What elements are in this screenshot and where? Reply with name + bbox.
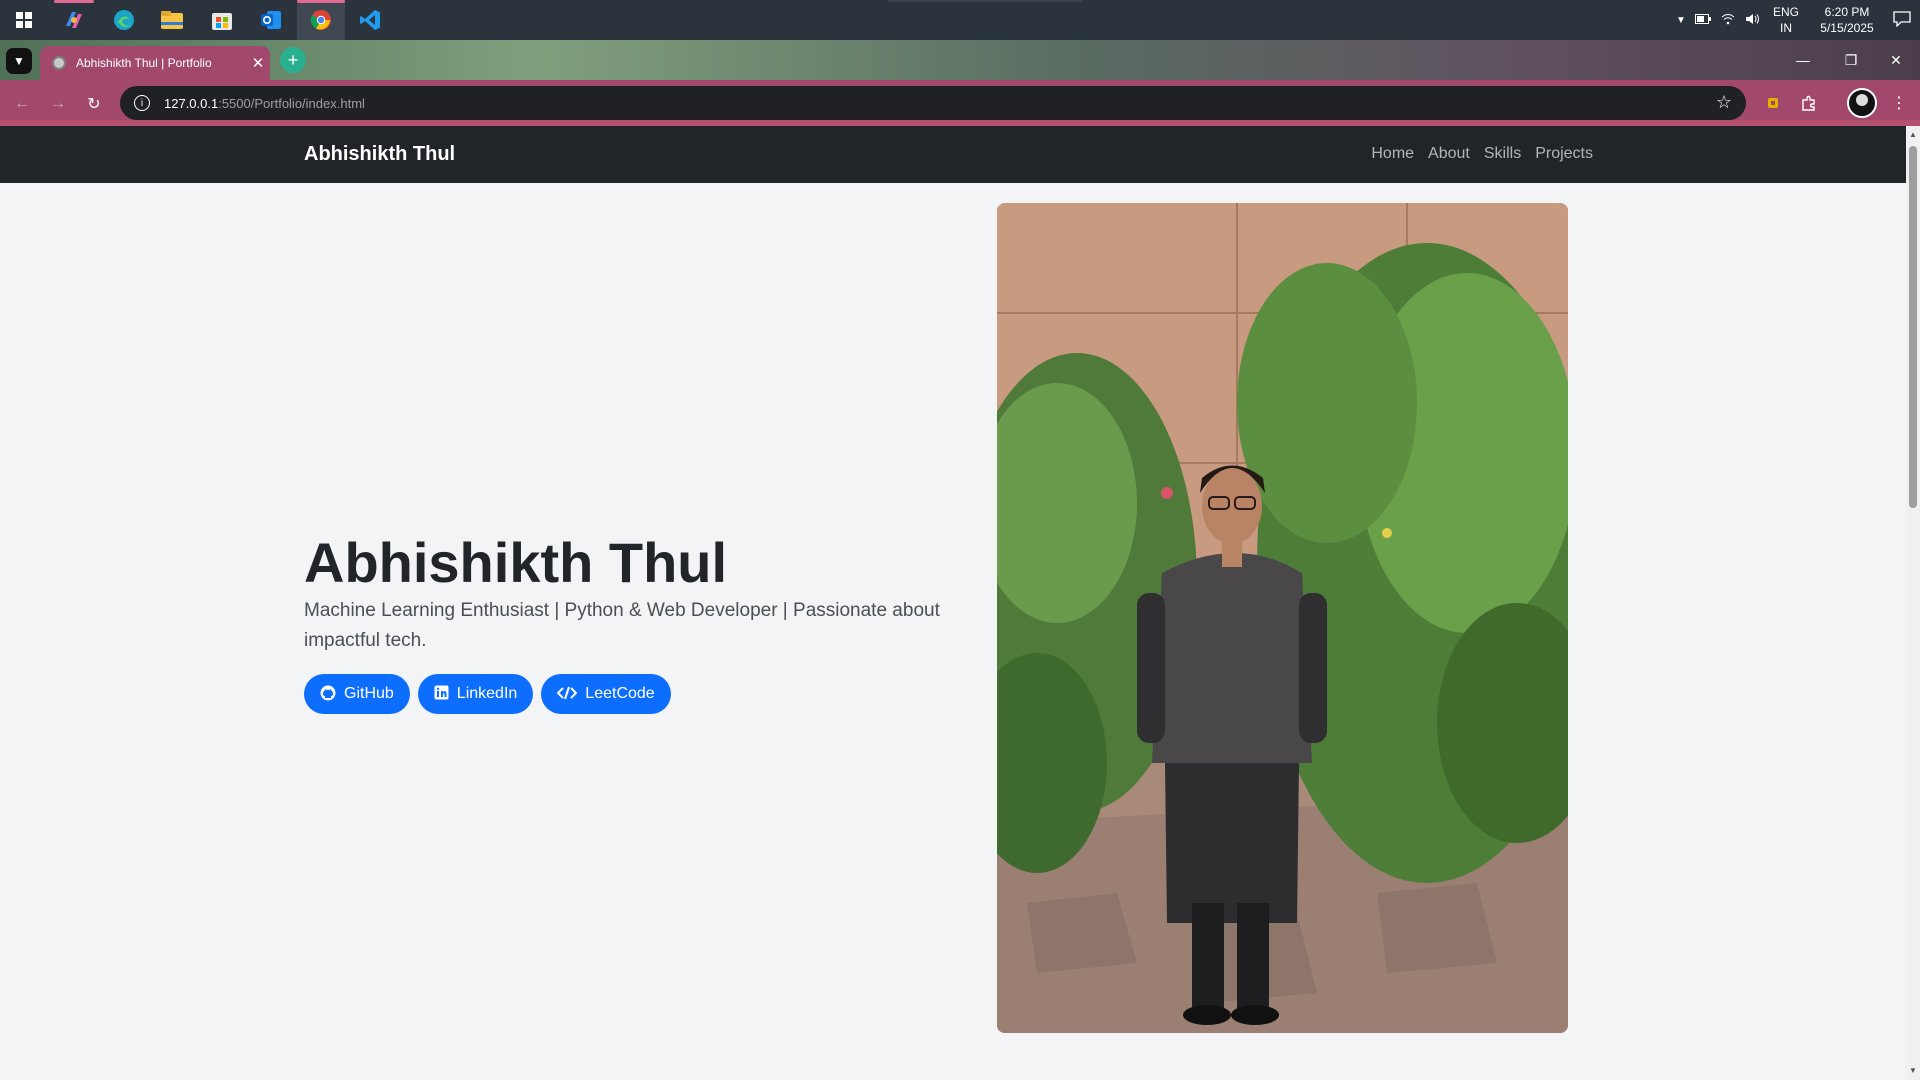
- nav-link-about[interactable]: About: [1428, 145, 1470, 163]
- site-navbar: Abhishikth Thul Home About Skills Projec…: [0, 126, 1906, 183]
- clock-date: 5/15/2025: [1820, 21, 1874, 35]
- globe-icon: [52, 56, 66, 70]
- bookmark-star-icon[interactable]: ☆: [1716, 92, 1732, 113]
- volume-icon[interactable]: [1740, 13, 1764, 28]
- vscode-icon[interactable]: [356, 6, 384, 34]
- nav-link-projects[interactable]: Projects: [1535, 145, 1593, 163]
- close-icon[interactable]: ✕: [246, 54, 270, 72]
- tab-title: Abhishikth Thul | Portfolio: [76, 56, 212, 70]
- extension-icon[interactable]: [1760, 90, 1786, 116]
- leetcode-button[interactable]: LeetCode: [541, 674, 671, 714]
- tab-search-button[interactable]: ▼: [6, 48, 32, 74]
- hero-tagline: Machine Learning Enthusiast | Python & W…: [304, 600, 940, 651]
- close-window-button[interactable]: ✕: [1873, 40, 1919, 80]
- social-buttons: GitHub LinkedIn LeetCode: [304, 674, 671, 714]
- url-text: 127.0.0.1:5500/Portfolio/index.html: [164, 95, 365, 111]
- extensions-puzzle-icon[interactable]: [1796, 90, 1822, 116]
- code-icon: [556, 686, 578, 703]
- address-bar[interactable]: i 127.0.0.1:5500/Portfolio/index.html ☆: [120, 86, 1746, 120]
- profile-photo-illustration: [997, 203, 1568, 1033]
- page-scrollbar[interactable]: ▲ ▼: [1906, 126, 1920, 1080]
- windows-taskbar: ▼ ENG IN 6:20 PM 5/15/2025: [0, 0, 1920, 40]
- profile-photo: [997, 203, 1568, 1033]
- nav-link-skills[interactable]: Skills: [1484, 145, 1521, 163]
- scroll-thumb[interactable]: [1909, 146, 1917, 508]
- new-tab-button[interactable]: +: [280, 47, 306, 73]
- chevron-up-icon[interactable]: ▼: [1672, 15, 1690, 26]
- restore-button[interactable]: ❐: [1828, 40, 1874, 80]
- linkedin-button-label: LinkedIn: [456, 685, 518, 702]
- outlook-icon[interactable]: [257, 6, 285, 34]
- clock-time: 6:20 PM: [1824, 5, 1870, 19]
- profile-avatar[interactable]: [1847, 88, 1877, 118]
- nav-links: Home About Skills Projects: [1371, 145, 1593, 163]
- edge-icon[interactable]: [110, 6, 138, 34]
- tab-portfolio[interactable]: Abhishikth Thul | Portfolio ✕: [40, 46, 270, 80]
- battery-icon[interactable]: [1690, 13, 1716, 27]
- linkedin-icon: [434, 685, 449, 703]
- chrome-icon[interactable]: [307, 6, 335, 34]
- file-explorer-icon[interactable]: [158, 6, 186, 34]
- nav-link-home[interactable]: Home: [1371, 145, 1414, 163]
- reload-button[interactable]: ↻: [80, 90, 108, 118]
- leetcode-button-label: LeetCode: [585, 685, 655, 702]
- clock[interactable]: 6:20 PM 5/15/2025: [1812, 4, 1882, 36]
- github-icon: [320, 685, 336, 704]
- notifications-icon[interactable]: [1882, 10, 1920, 30]
- github-button-label: GitHub: [344, 685, 394, 702]
- language-indicator[interactable]: ENG IN: [1770, 4, 1802, 36]
- site-info-icon[interactable]: i: [134, 95, 150, 111]
- site-brand[interactable]: Abhishikth Thul: [304, 143, 455, 166]
- microsoft-store-icon[interactable]: [208, 6, 236, 34]
- minimize-button[interactable]: —: [1780, 40, 1826, 80]
- scroll-up-arrow[interactable]: ▲: [1909, 130, 1917, 139]
- webpage: Abhishikth Thul Home About Skills Projec…: [0, 126, 1906, 1080]
- copilot-icon[interactable]: [60, 6, 88, 34]
- windows-start-icon[interactable]: [10, 6, 38, 34]
- hero-title: Abhishikth Thul: [304, 531, 728, 594]
- more-menu-icon[interactable]: ⋮: [1886, 90, 1912, 116]
- github-button[interactable]: GitHub: [304, 674, 410, 714]
- scroll-down-arrow[interactable]: ▼: [1909, 1066, 1917, 1075]
- linkedin-button[interactable]: LinkedIn: [417, 674, 534, 714]
- wifi-icon[interactable]: [1716, 13, 1740, 28]
- forward-button[interactable]: →: [44, 90, 72, 118]
- back-button[interactable]: ←: [8, 90, 36, 118]
